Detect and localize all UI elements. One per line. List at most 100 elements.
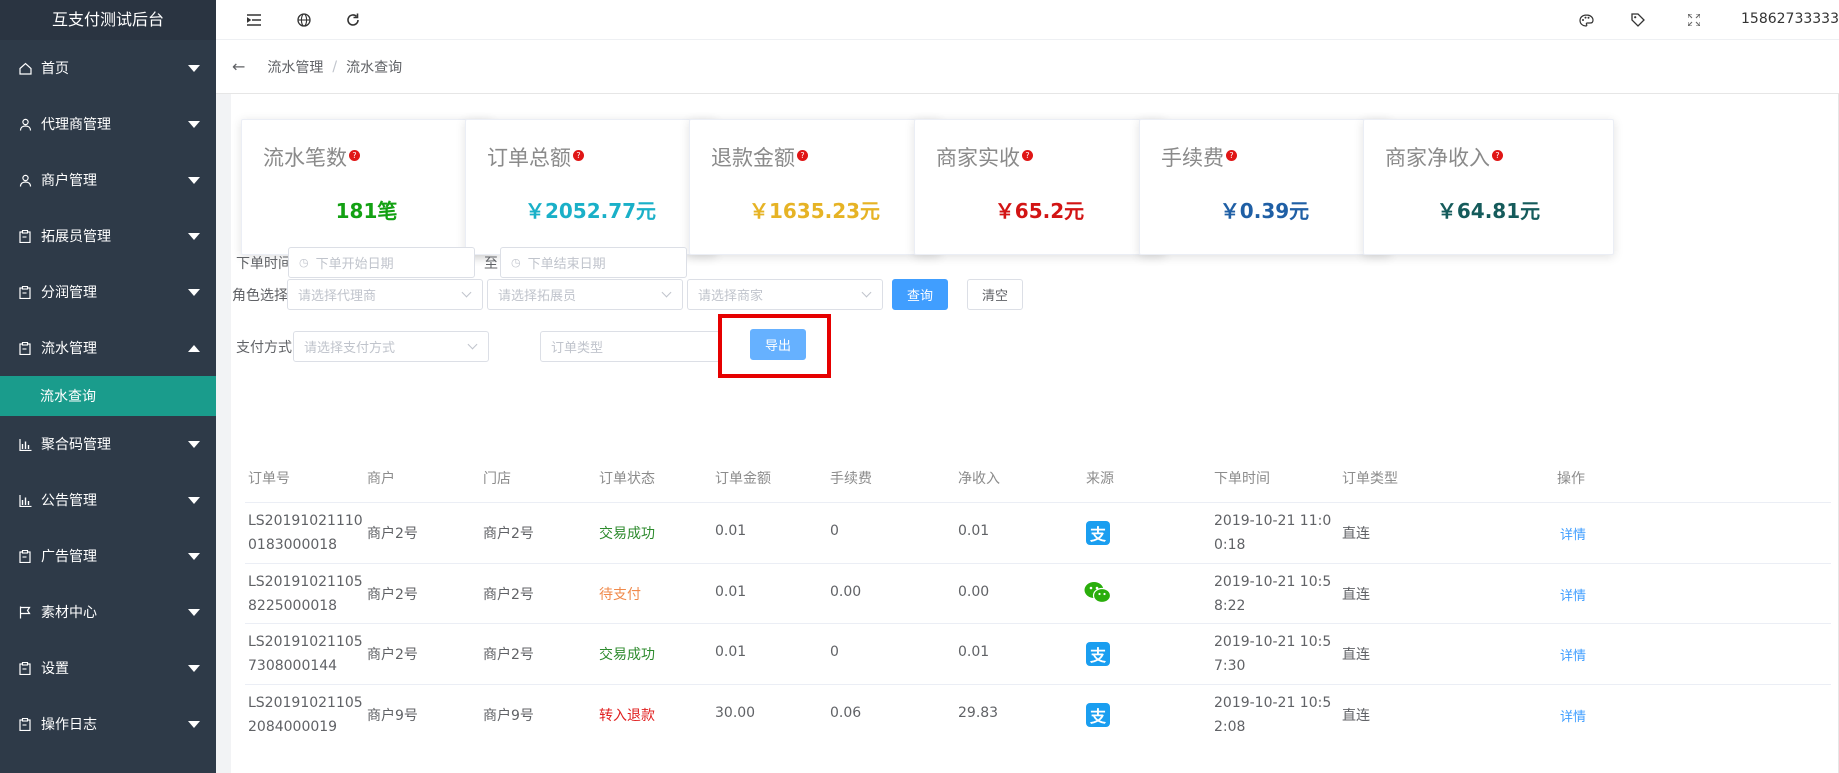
merchant-name: 商户2号 (367, 647, 418, 663)
column-header: 订单号 (248, 471, 290, 487)
order-status: 待支付 (599, 586, 641, 603)
start-date-input[interactable]: ◷ 下单开始日期 (288, 247, 475, 278)
end-date-input[interactable]: ◷ 下单结束日期 (500, 247, 687, 278)
column-header: 来源 (1086, 471, 1114, 487)
order-amount: 0.01 (715, 644, 747, 660)
sidebar-item[interactable]: 聚合码管理 (0, 416, 216, 472)
table-row: LS201910211057308000144 商户2号 商户2号 交易成功 0.01 0… (245, 623, 1831, 684)
detail-link[interactable]: 详情 (1560, 585, 1586, 604)
app-title: 互支付测试后台 (0, 0, 216, 40)
caret-down-icon (188, 665, 200, 672)
stat-title: 退款金额? (711, 142, 808, 172)
stat-card: 流水笔数? 181笔 (241, 119, 492, 255)
order-type: 直连 (1342, 707, 1370, 724)
sidebar-item-label: 流水管理 (41, 341, 97, 357)
user-icon (18, 173, 32, 187)
sidebar: 互支付测试后台 首页代理商管理商户管理拓展员管理 分润管理流水管理流水查询 聚合码管… (0, 0, 216, 773)
palette-icon[interactable] (1578, 12, 1594, 28)
chevron-down-icon (661, 287, 672, 298)
order-time: 2019-10-21 11:00:18 (1214, 513, 1332, 553)
export-button[interactable]: 导出 (750, 329, 806, 360)
caret-down-icon (188, 177, 200, 184)
sidebar-item[interactable]: 分润管理 (0, 264, 216, 320)
column-header: 订单金额 (715, 471, 771, 487)
chevron-down-icon (861, 287, 872, 298)
breadcrumb-item-parent[interactable]: 流水管理 (267, 57, 323, 77)
stat-card: 订单总额? ￥2052.77元 (465, 119, 716, 255)
bank-icon (18, 437, 32, 451)
user-account[interactable]: 15862733333 (1741, 11, 1839, 27)
help-icon[interactable]: ? (797, 150, 808, 161)
sidebar-item-label: 设置 (41, 661, 69, 677)
sidebar-item[interactable]: 素材中心 (0, 584, 216, 640)
pay-method-label: 支付方式 (236, 340, 292, 356)
help-icon[interactable]: ? (573, 150, 584, 161)
clear-button[interactable]: 清空 (967, 279, 1023, 310)
detail-link[interactable]: 详情 (1560, 706, 1586, 725)
order-type-select[interactable]: 订单类型 (540, 331, 720, 362)
help-icon[interactable]: ? (349, 150, 360, 161)
column-header: 订单类型 (1342, 471, 1398, 487)
sidebar-item[interactable]: 首页 (0, 40, 216, 96)
order-status: 交易成功 (599, 647, 655, 663)
sidebar-item-label: 公告管理 (41, 493, 97, 509)
sidebar-item[interactable]: 商户管理 (0, 152, 216, 208)
sidebar-item[interactable]: 广告管理 (0, 528, 216, 584)
clipboard-icon (18, 285, 32, 299)
clock-icon: ◷ (299, 256, 309, 269)
sidebar-subitem-active[interactable]: 流水查询 (0, 376, 216, 416)
help-icon[interactable]: ? (1492, 150, 1503, 161)
globe-icon[interactable] (296, 12, 312, 28)
breadcrumb-separator: / (332, 58, 338, 75)
main-content: 流水笔数? 181笔 订单总额? ￥2052.77元 退款金额? ￥1635.23元 商家实… (216, 94, 1839, 773)
caret-down-icon (188, 121, 200, 128)
stat-card: 商家净收入? ￥64.81元 (1363, 119, 1614, 255)
sidebar-item[interactable]: 公告管理 (0, 472, 216, 528)
clipboard-icon (18, 717, 32, 731)
fullscreen-icon[interactable] (1686, 12, 1702, 28)
order-type: 直连 (1342, 647, 1370, 663)
stat-label: 流水笔数 (263, 146, 347, 170)
stat-title: 订单总额? (487, 142, 584, 172)
sidebar-item[interactable]: 操作日志 (0, 696, 216, 752)
help-icon[interactable]: ? (1022, 150, 1033, 161)
sidebar-item[interactable]: 设置 (0, 640, 216, 696)
order-amount: 30.00 (715, 704, 756, 721)
sidebar-item[interactable]: 流水管理 (0, 320, 216, 376)
help-icon[interactable]: ? (1226, 150, 1237, 161)
back-arrow-icon[interactable]: ← (232, 57, 245, 76)
refresh-icon[interactable] (345, 12, 361, 28)
collapse-menu-icon[interactable] (246, 12, 262, 28)
store-name: 商户2号 (483, 526, 534, 542)
clipboard-icon (18, 549, 32, 563)
stat-value: ￥2052.77元 (524, 199, 657, 223)
chevron-down-icon (467, 339, 478, 350)
pay-method-select[interactable]: 请选择支付方式 (293, 331, 489, 362)
agent-select[interactable]: 请选择代理商 (287, 279, 483, 310)
sidebar-item[interactable]: 拓展员管理 (0, 208, 216, 264)
caret-down-icon (188, 553, 200, 560)
column-header: 订单状态 (599, 471, 655, 487)
order-amount: 0.01 (715, 523, 747, 539)
net-income: 0.01 (958, 523, 990, 539)
end-date-placeholder: 下单结束日期 (527, 257, 606, 272)
alipay-icon: 支 (1086, 702, 1110, 727)
detail-link[interactable]: 详情 (1560, 645, 1586, 664)
clipboard-icon (18, 229, 32, 243)
clock-icon: ◷ (511, 256, 521, 269)
order-type: 直连 (1342, 586, 1370, 603)
home-icon (18, 61, 32, 75)
column-header: 商户 (367, 471, 395, 487)
sidebar-item-label: 商户管理 (41, 173, 97, 189)
sidebar-item-label: 首页 (41, 61, 69, 77)
staff-select[interactable]: 请选择拓展员 (487, 279, 683, 310)
column-header: 门店 (483, 471, 511, 487)
merchant-select[interactable]: 请选择商家 (687, 279, 883, 310)
query-button[interactable]: 查询 (892, 279, 948, 310)
detail-link[interactable]: 详情 (1560, 524, 1586, 543)
sidebar-item[interactable]: 代理商管理 (0, 96, 216, 152)
role-label: 角色选择 (232, 288, 288, 304)
breadcrumb-item-current: 流水查询 (346, 59, 403, 76)
stat-label: 商家净收入 (1385, 146, 1490, 170)
tag-icon[interactable] (1630, 12, 1646, 28)
